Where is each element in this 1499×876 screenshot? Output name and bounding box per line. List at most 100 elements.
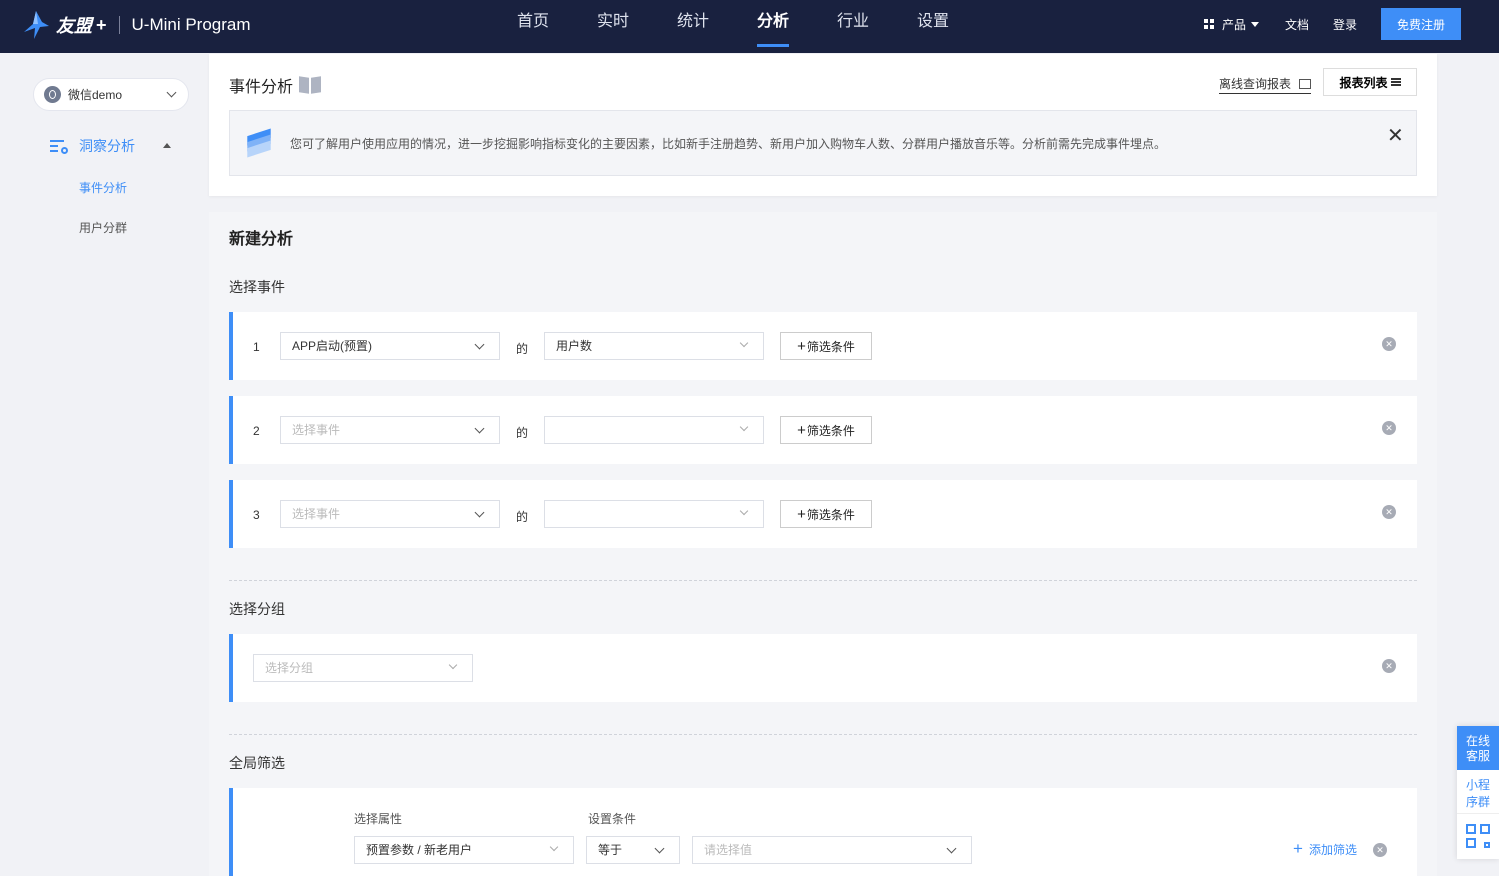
new-analysis-card: 新建分析 选择事件 1 APP启动(预置) 的 用户数 + 筛选条件 ✕ 2 选… xyxy=(209,212,1437,876)
event-select-value: APP启动(预置) xyxy=(292,339,373,353)
offline-query-report-link[interactable]: 离线查询报表 xyxy=(1219,75,1312,94)
list-icon xyxy=(1390,78,1401,86)
add-condition-button[interactable]: + 筛选条件 xyxy=(780,332,872,360)
signup-button[interactable]: 免费注册 xyxy=(1381,8,1461,40)
attribute-select[interactable]: 预置参数 / 新老用户 xyxy=(354,836,574,864)
metric-select[interactable] xyxy=(544,500,764,528)
add-condition-button[interactable]: + 筛选条件 xyxy=(780,416,872,444)
logo-divider xyxy=(118,16,120,34)
remove-filter-icon[interactable]: ✕ xyxy=(1373,843,1387,857)
login-link[interactable]: 登录 xyxy=(1333,16,1357,33)
sidebar-group-insight[interactable]: 洞察分析 xyxy=(50,136,135,156)
online-service-button[interactable]: 在线客服 xyxy=(1457,726,1499,770)
group-select[interactable]: 选择分组 xyxy=(253,654,473,682)
caret-up-icon[interactable] xyxy=(163,143,171,148)
nav-industry[interactable]: 行业 xyxy=(837,0,917,53)
condition-select[interactable]: 等于 xyxy=(586,836,680,864)
mini-program-group-label: 小程序群 xyxy=(1465,778,1490,809)
value-select-placeholder: 请选择值 xyxy=(704,843,753,857)
plus-icon: + xyxy=(797,505,806,523)
add-filter-button[interactable]: + 添加筛选 xyxy=(1293,839,1357,859)
umeng-bird-logo-icon xyxy=(24,11,49,39)
of-text: 的 xyxy=(516,342,529,356)
event-select[interactable]: APP启动(预置) xyxy=(280,332,500,360)
floating-service-widget: 在线客服 小程序群 xyxy=(1457,726,1499,859)
brand-plus: + xyxy=(96,14,107,35)
nav-statistics[interactable]: 统计 xyxy=(677,0,757,53)
report-list-label: 报表列表 xyxy=(1339,75,1388,90)
event-row: 3 选择事件 的 + 筛选条件 ✕ xyxy=(229,480,1417,548)
event-row-number: 2 xyxy=(253,424,260,438)
condition-select-value: 等于 xyxy=(598,843,623,857)
chevron-down-icon xyxy=(946,843,957,854)
event-row-number: 3 xyxy=(253,508,260,522)
top-navbar: 友盟 + U-Mini Program 首页 实时 统计 分析 行业 设置 产品… xyxy=(0,0,1499,53)
value-select[interactable]: 请选择值 xyxy=(692,836,972,864)
remove-row-icon[interactable]: ✕ xyxy=(1382,659,1396,673)
attribute-label: 选择属性 xyxy=(354,812,403,826)
chevron-down-icon xyxy=(549,842,559,852)
insight-analysis-icon xyxy=(50,138,68,154)
condition-label: 设置条件 xyxy=(588,812,637,826)
report-list-button[interactable]: 报表列表 xyxy=(1323,68,1417,96)
section-divider xyxy=(229,734,1417,735)
logo[interactable]: 友盟 + U-Mini Program xyxy=(22,10,251,40)
chevron-down-icon xyxy=(474,507,485,518)
chevron-down-icon xyxy=(474,339,485,350)
nav-settings[interactable]: 设置 xyxy=(917,0,997,53)
select-group-label: 选择分组 xyxy=(229,601,285,617)
sidebar-group-label: 洞察分析 xyxy=(79,138,135,154)
section-divider xyxy=(229,580,1417,581)
event-analysis-header-card: 事件分析 离线查询报表 报表列表 您可了解用户使用应用的情况，进一步挖掘影响指标… xyxy=(209,54,1437,196)
metric-select[interactable] xyxy=(544,416,764,444)
metric-select-value: 用户数 xyxy=(556,339,593,353)
plus-icon: + xyxy=(1293,839,1303,858)
event-select-placeholder: 选择事件 xyxy=(292,507,341,521)
event-row-number: 1 xyxy=(253,340,260,354)
book-icon[interactable] xyxy=(299,77,321,93)
event-select-placeholder: 选择事件 xyxy=(292,423,341,437)
new-analysis-title: 新建分析 xyxy=(229,231,294,248)
products-label: 产品 xyxy=(1221,17,1246,32)
group-select-placeholder: 选择分组 xyxy=(265,661,314,675)
page-title: 事件分析 xyxy=(229,73,321,97)
chevron-down-icon xyxy=(739,506,749,516)
brand-name: 友盟 xyxy=(56,16,92,36)
add-condition-button[interactable]: + 筛选条件 xyxy=(780,500,872,528)
caret-down-icon xyxy=(1250,21,1259,27)
remove-row-icon[interactable]: ✕ xyxy=(1382,505,1396,519)
event-row: 2 选择事件 的 + 筛选条件 ✕ xyxy=(229,396,1417,464)
sidebar-item-event-analysis[interactable]: 事件分析 xyxy=(79,179,127,196)
app-avatar-icon xyxy=(44,86,61,103)
sidebar-item-user-segments[interactable]: 用户分群 xyxy=(79,219,127,236)
plus-icon: + xyxy=(797,421,806,439)
chevron-down-icon xyxy=(448,660,458,670)
plus-icon: + xyxy=(797,337,806,355)
select-event-label: 选择事件 xyxy=(229,279,285,295)
product-name: U-Mini Program xyxy=(131,15,251,34)
event-select[interactable]: 选择事件 xyxy=(280,416,500,444)
metric-select[interactable]: 用户数 xyxy=(544,332,764,360)
nav-realtime[interactable]: 实时 xyxy=(597,0,677,53)
mini-program-group-button[interactable]: 小程序群 xyxy=(1457,770,1499,814)
products-dropdown[interactable]: 产品 xyxy=(1203,16,1259,33)
add-condition-label: 筛选条件 xyxy=(806,339,855,354)
nav-home[interactable]: 首页 xyxy=(517,0,597,53)
top-right-actions: 产品 文档 登录 免费注册 xyxy=(1203,8,1461,40)
remove-row-icon[interactable]: ✕ xyxy=(1382,421,1396,435)
docs-link[interactable]: 文档 xyxy=(1285,16,1309,33)
global-filter-label: 全局筛选 xyxy=(229,755,285,771)
of-text: 的 xyxy=(516,510,529,524)
global-filter-row: 选择属性 设置条件 预置参数 / 新老用户 等于 请选择值 + 添加筛选 ✕ xyxy=(229,788,1417,876)
grid-icon xyxy=(1203,19,1214,29)
event-select[interactable]: 选择事件 xyxy=(280,500,500,528)
chevron-down-icon xyxy=(739,422,749,432)
app-selector[interactable]: 微信demo xyxy=(33,78,189,111)
qr-code-button[interactable] xyxy=(1457,814,1499,858)
chevron-down-icon xyxy=(474,423,485,434)
qr-code-icon xyxy=(1466,824,1490,848)
add-filter-label: 添加筛选 xyxy=(1308,842,1357,857)
chevron-down-icon xyxy=(739,338,749,348)
remove-row-icon[interactable]: ✕ xyxy=(1382,337,1396,351)
close-icon[interactable]: ✕ xyxy=(1387,126,1404,146)
